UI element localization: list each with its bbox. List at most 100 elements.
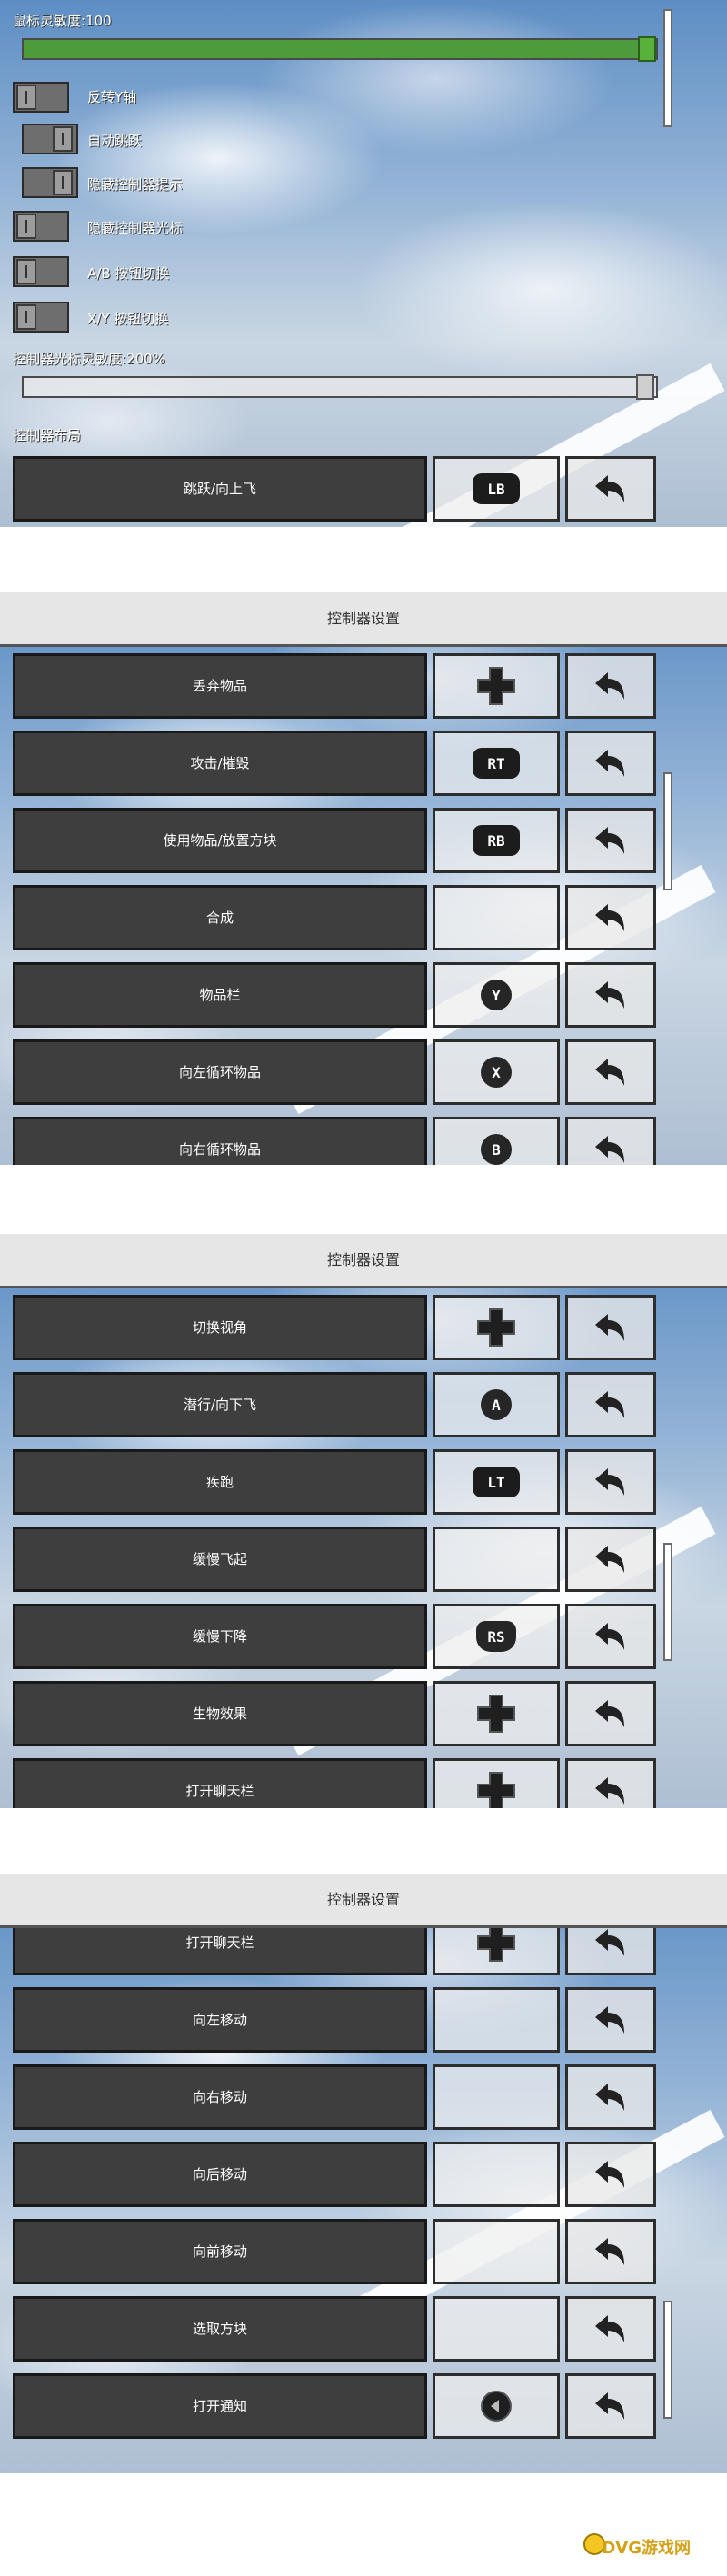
toggle-label: A/B 按钮切换 (87, 265, 170, 282)
scrollbar[interactable] (663, 9, 672, 127)
cursor-sensitivity-slider[interactable] (22, 374, 658, 400)
toggle-auto-jump[interactable] (22, 124, 78, 154)
binding-row: 缓慢飞起 (13, 1527, 656, 1592)
toggle-hide-controller-hints[interactable] (22, 167, 78, 198)
cursor-sensitivity-thumb[interactable] (636, 374, 654, 400)
binding-glyph-button[interactable]: LB (433, 456, 560, 522)
binding-action-button[interactable]: 向后移动 (13, 2142, 427, 2207)
reset-button[interactable] (565, 731, 656, 796)
dpad-icon (477, 1308, 515, 1347)
binding-glyph-button[interactable]: B (433, 1117, 560, 1165)
binding-row: 向后移动 (13, 2142, 656, 2207)
binding-glyph-button[interactable] (433, 653, 560, 719)
toggle-ab-swap[interactable] (13, 256, 69, 287)
binding-action-button[interactable]: 打开通知 (13, 2373, 427, 2439)
reset-button[interactable] (565, 1449, 656, 1515)
reset-button[interactable] (565, 2064, 656, 2130)
toggle-knob (16, 214, 36, 239)
binding-glyph-button[interactable]: A (433, 1372, 560, 1437)
binding-glyph-button[interactable] (433, 885, 560, 950)
binding-row: 生物效果 (13, 1681, 656, 1746)
reset-button[interactable] (565, 2373, 656, 2439)
binding-action-button[interactable]: 向左移动 (13, 1987, 427, 2053)
binding-glyph-button[interactable]: X (433, 1039, 560, 1105)
reset-button[interactable] (565, 1295, 656, 1360)
scrollbar[interactable] (663, 2301, 672, 2419)
binding-action-button[interactable]: 合成 (13, 885, 427, 950)
binding-glyph-button[interactable]: Y (433, 962, 560, 1028)
binding-glyph-button[interactable] (433, 2064, 560, 2130)
binding-glyph-button[interactable] (433, 2219, 560, 2284)
reset-button[interactable] (565, 1758, 656, 1808)
reset-button[interactable] (565, 2219, 656, 2284)
back-arrow-icon (595, 1700, 624, 1727)
reset-button[interactable] (565, 1039, 656, 1105)
binding-action-button[interactable]: 生物效果 (13, 1681, 427, 1746)
binding-action-button[interactable]: 跳跃/向上飞 (13, 456, 427, 522)
controller-settings-page-1: 控制器设置 丢弃物品 攻击/摧毁 RT 使用物品/放置方块 RB 合成 物品栏 … (0, 592, 727, 1165)
reset-button[interactable] (565, 456, 656, 522)
reset-button[interactable] (565, 962, 656, 1028)
binding-action-button[interactable]: 选取方块 (13, 2296, 427, 2362)
reset-button[interactable] (565, 1372, 656, 1437)
reset-button[interactable] (565, 2142, 656, 2207)
binding-row: 向右循环物品 B (13, 1117, 656, 1165)
binding-glyph-button[interactable] (433, 2296, 560, 2362)
binding-action-button[interactable]: 攻击/摧毁 (13, 731, 427, 796)
toggle-invert-y[interactable] (13, 82, 69, 113)
binding-glyph-button[interactable] (433, 1295, 560, 1360)
binding-row: 向左移动 (13, 1987, 656, 2053)
reset-button[interactable] (565, 1987, 656, 2053)
binding-glyph-button[interactable]: RS (433, 1604, 560, 1669)
toggle-hide-controller-cursor[interactable] (13, 211, 69, 242)
a-button-glyph: A (481, 1389, 512, 1420)
mouse-sensitivity-thumb[interactable] (638, 36, 656, 62)
binding-action-button[interactable]: 物品栏 (13, 962, 427, 1028)
reset-button[interactable] (565, 1681, 656, 1746)
binding-action-button[interactable]: 疾跑 (13, 1449, 427, 1515)
binding-row: 合成 (13, 885, 656, 950)
toggle-knob (16, 85, 36, 110)
binding-glyph-button[interactable] (433, 1758, 560, 1808)
scrollbar[interactable] (663, 772, 672, 890)
binding-glyph-button[interactable]: LT (433, 1449, 560, 1515)
binding-glyph-button[interactable] (433, 1681, 560, 1746)
reset-button[interactable] (565, 2296, 656, 2362)
binding-action-button[interactable]: 向左循环物品 (13, 1039, 427, 1105)
binding-action-button[interactable]: 丢弃物品 (13, 653, 427, 719)
binding-action-button[interactable]: 缓慢飞起 (13, 1527, 427, 1592)
reset-button[interactable] (565, 808, 656, 873)
reset-button[interactable] (565, 1527, 656, 1592)
binding-action-button[interactable]: 向右移动 (13, 2064, 427, 2130)
mouse-sensitivity-slider[interactable] (22, 36, 658, 62)
binding-action-button[interactable]: 潜行/向下飞 (13, 1372, 427, 1437)
left-stick-icon (481, 2391, 512, 2422)
toggle-xy-swap[interactable] (13, 302, 69, 333)
reset-button[interactable] (565, 653, 656, 719)
binding-row: 打开聊天栏 (13, 1758, 656, 1808)
binding-glyph-button[interactable] (433, 1527, 560, 1592)
binding-action-button[interactable]: 向前移动 (13, 2219, 427, 2284)
binding-glyph-button[interactable] (433, 1987, 560, 2053)
binding-action-button[interactable]: 打开聊天栏 (13, 1758, 427, 1808)
binding-action-button[interactable]: 向右循环物品 (13, 1117, 427, 1165)
rt-button-glyph: RT (473, 748, 520, 779)
binding-glyph-button[interactable] (433, 2373, 560, 2439)
back-arrow-icon (595, 1391, 624, 1418)
binding-row: 攻击/摧毁 RT (13, 731, 656, 796)
lt-button-glyph: LT (473, 1467, 520, 1497)
mouse-sensitivity-label: 鼠标灵敏度:100 (13, 13, 112, 29)
binding-action-button[interactable]: 使用物品/放置方块 (13, 808, 427, 873)
back-arrow-icon (595, 2315, 624, 2342)
reset-button[interactable] (565, 1117, 656, 1165)
reset-button[interactable] (565, 1604, 656, 1669)
reset-button[interactable] (565, 885, 656, 950)
back-arrow-icon (595, 475, 624, 502)
back-arrow-icon (595, 2084, 624, 2111)
binding-glyph-button[interactable]: RT (433, 731, 560, 796)
binding-action-button[interactable]: 缓慢下降 (13, 1604, 427, 1669)
binding-glyph-button[interactable] (433, 2142, 560, 2207)
binding-action-button[interactable]: 切换视角 (13, 1295, 427, 1360)
binding-glyph-button[interactable]: RB (433, 808, 560, 873)
scrollbar[interactable] (663, 1543, 672, 1661)
